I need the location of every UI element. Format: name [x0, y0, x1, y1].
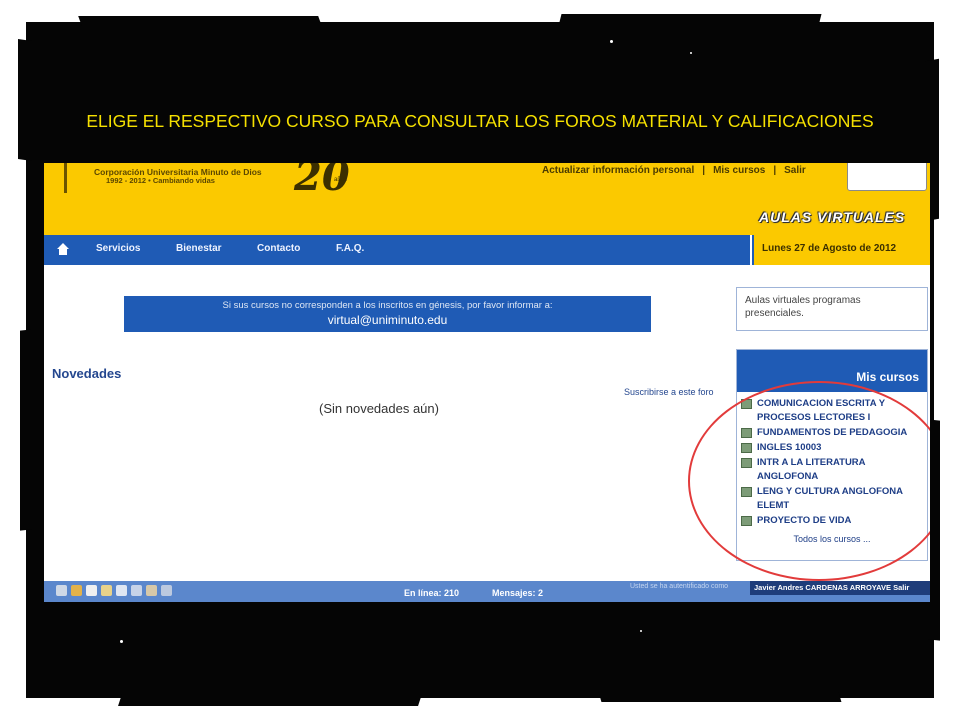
frame-speck — [640, 630, 642, 632]
footer-bar: En línea: 210 Mensajes: 2 Usted se ha au… — [44, 581, 930, 602]
logout-link[interactable]: Salir — [784, 165, 806, 176]
notice-email[interactable]: virtual@uniminuto.edu — [124, 311, 651, 327]
date-box: Lunes 27 de Agosto de 2012 — [752, 235, 930, 265]
frame-edge — [20, 329, 32, 531]
nav-item-bienestar[interactable]: Bienestar — [176, 243, 222, 254]
anniversary-suffix: años — [334, 177, 348, 183]
info-box: Aulas virtuales programas presenciales. — [736, 287, 928, 331]
frame-edge — [78, 16, 322, 26]
subscribe-link[interactable]: Suscribirse a este foro — [624, 387, 714, 397]
calendar-icon[interactable] — [101, 585, 112, 596]
highlight-circle — [688, 381, 930, 581]
notice-text: Si sus cursos no corresponden a los insc… — [222, 300, 553, 311]
user-icon[interactable] — [56, 585, 67, 596]
messages-count[interactable]: Mensajes: 2 — [492, 588, 543, 598]
screenshot: Corporación Universitaria Minuto de Dios… — [44, 163, 930, 602]
nav-item-servicios[interactable]: Servicios — [96, 243, 140, 254]
news-empty-text: (Sin novedades aún) — [319, 401, 439, 416]
logo-mark — [64, 163, 67, 193]
footer-icons — [56, 585, 172, 596]
avatar — [847, 163, 927, 191]
current-date: Lunes 27 de Agosto de 2012 — [762, 243, 897, 254]
mail-icon[interactable] — [86, 585, 97, 596]
link-separator: | — [702, 165, 706, 176]
frame-speck — [690, 52, 692, 54]
top-links: Actualizar información personal | Mis curs… — [538, 165, 810, 176]
brand-title: AULAS VIRTUALES — [759, 209, 906, 225]
slide-title: ELIGE EL RESPECTIVO CURSO PARA CONSULTAR… — [86, 111, 874, 131]
search-icon[interactable] — [161, 585, 172, 596]
people-icon[interactable] — [71, 585, 82, 596]
info-text: Aulas virtuales programas presenciales. — [745, 295, 861, 319]
link-icon[interactable] — [131, 585, 142, 596]
my-courses-link[interactable]: Mis cursos — [713, 165, 765, 176]
update-profile-link[interactable]: Actualizar información personal — [542, 165, 694, 176]
frame-speck — [120, 640, 123, 643]
chat-icon[interactable] — [116, 585, 127, 596]
news-title: Novedades — [52, 366, 122, 381]
frame-edge — [598, 692, 842, 702]
nav-item-faq[interactable]: F.A.Q. — [336, 243, 364, 254]
frame-speck — [610, 40, 613, 43]
main-nav: Servicios Bienestar Contacto F.A.Q. — [44, 235, 750, 265]
user-name[interactable]: Javier Andres CARDENAS ARROYAVE Salir — [750, 581, 930, 595]
home-icon[interactable] — [56, 242, 70, 256]
my-courses-title: Mis cursos — [856, 370, 919, 384]
notice-banner: Si sus cursos no corresponden a los insc… — [124, 296, 651, 332]
logo-tagline: 1992 - 2012 • Cambiando vidas — [106, 176, 215, 185]
nav-item-contacto[interactable]: Contacto — [257, 243, 300, 254]
online-count: En línea: 210 — [404, 588, 460, 598]
auth-note: Usted se ha autentificado como — [630, 583, 729, 590]
frame-edge — [18, 39, 32, 161]
tag-icon[interactable] — [146, 585, 157, 596]
site-header: Corporación Universitaria Minuto de Dios… — [44, 163, 930, 235]
frame-edge — [558, 14, 822, 26]
link-separator: | — [773, 165, 777, 176]
frame-edge — [118, 694, 422, 706]
